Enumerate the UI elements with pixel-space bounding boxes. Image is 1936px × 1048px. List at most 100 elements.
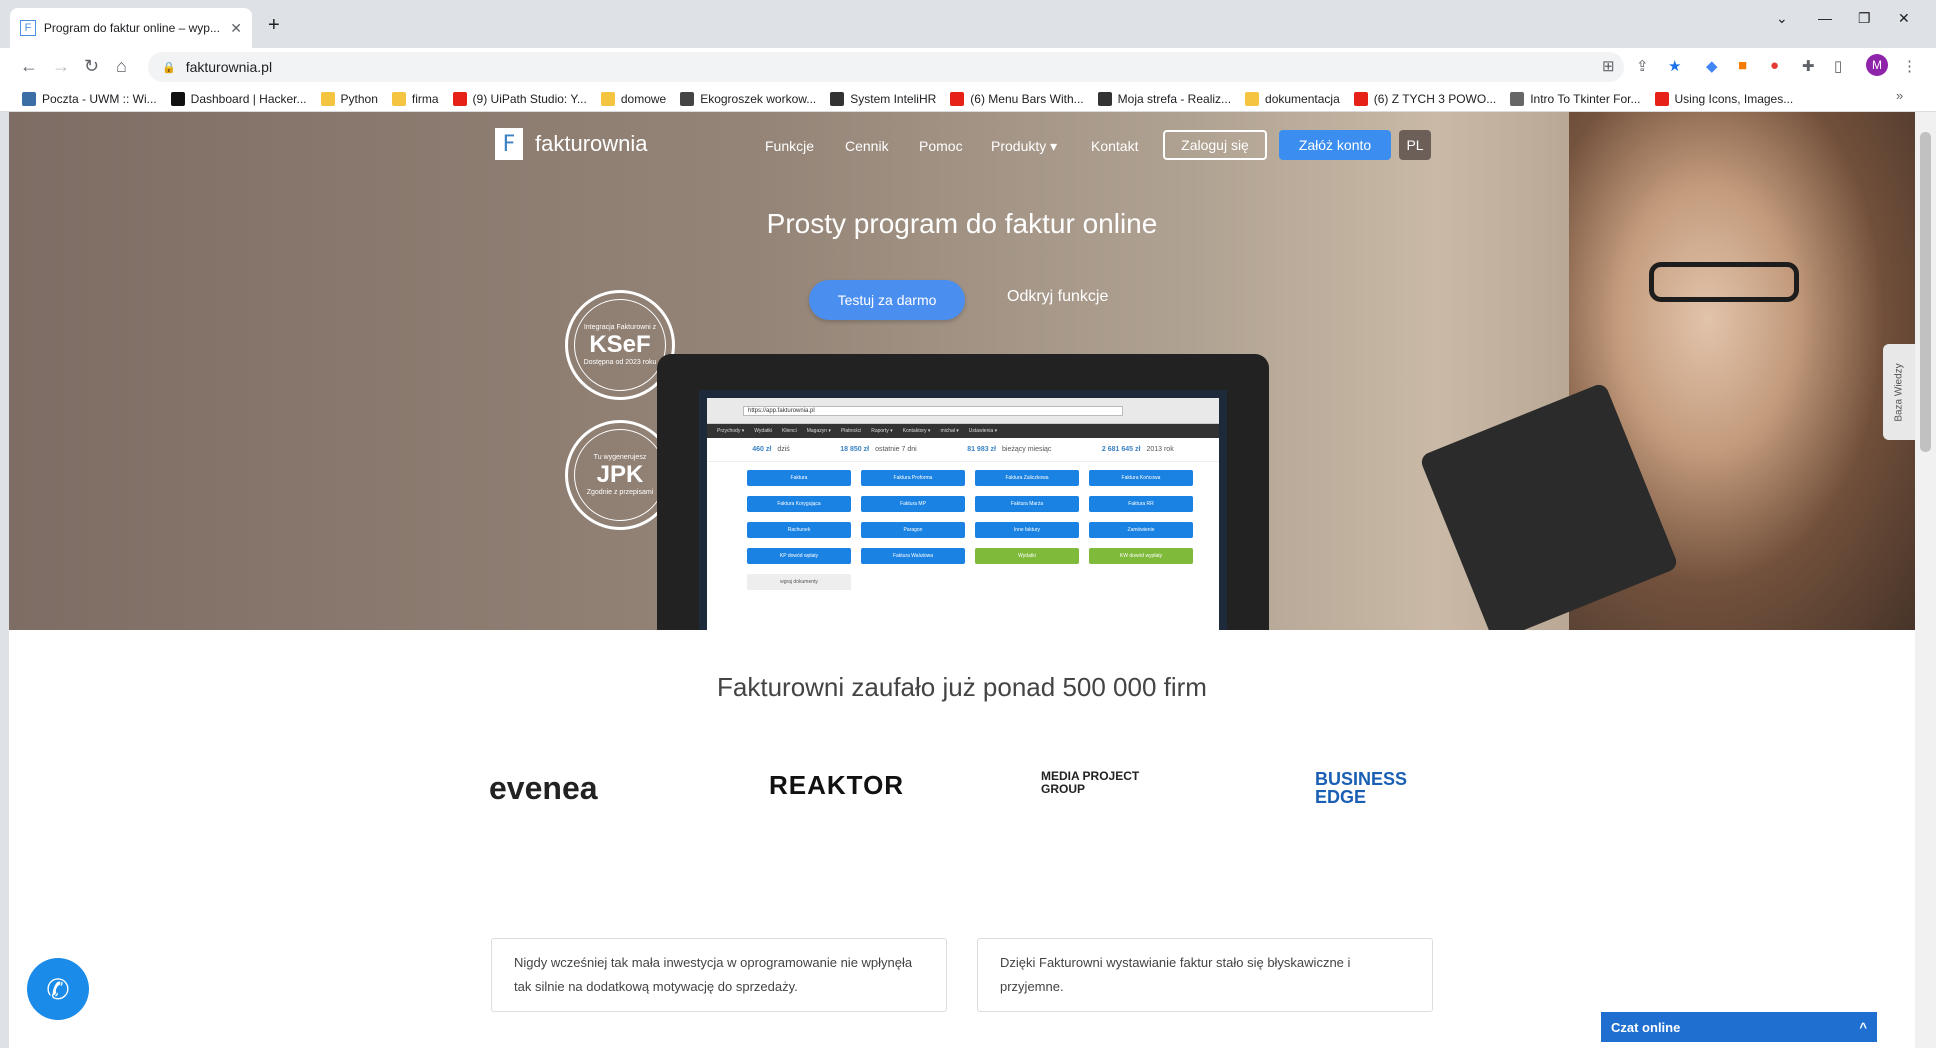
try-free-button[interactable]: Testuj za darmo [809, 280, 965, 320]
url-text: fakturownia.pl [185, 59, 273, 75]
extensions-puzzle-icon[interactable]: ✚ [1802, 57, 1815, 75]
tab-title: Program do faktur online – wyp... [43, 21, 220, 35]
app-preview-button: Faktura Marża [975, 496, 1079, 512]
app-preview-button: Faktura Korygująca [747, 496, 851, 512]
browser-tab[interactable]: F Program do faktur online – wyp... ✕ [10, 8, 252, 48]
app-preview-buttons: Faktura Faktura Proforma Faktura Zaliczkow… [707, 462, 1219, 590]
scrollbar-thumb[interactable] [1920, 132, 1931, 452]
app-preview-nav: Przychody ▾ Wydatki Klienci Magazyn ▾ Płatno… [707, 424, 1219, 438]
chat-expand-icon[interactable]: ^ [1859, 1020, 1867, 1035]
client-logos: evenea REAKTOR MEDIA PROJECT GROUP BUSIN… [9, 760, 1915, 820]
app-preview-chrome: https://app.fakturownia.pl [707, 398, 1219, 424]
reload-icon[interactable]: ↻ [84, 56, 99, 77]
chat-label: Czat online [1611, 1019, 1681, 1035]
app-nav-item: michał ▾ [940, 428, 959, 434]
nav-produkty[interactable]: Produkty ▾ [991, 138, 1057, 155]
bookmark-item[interactable]: Intro To Tkinter For... [1510, 91, 1641, 106]
bookmark-item[interactable]: (9) UiPath Studio: Y... [452, 91, 587, 106]
nav-pomoc[interactable]: Pomoc [919, 138, 963, 154]
bookmark-label: Moja strefa - Realiz... [1117, 91, 1232, 106]
phone-call-icon[interactable]: ✆ [27, 958, 89, 1020]
bookmark-item[interactable]: Python [320, 91, 378, 106]
restore-icon[interactable]: ❐ [1858, 10, 1871, 27]
bookmark-icon [320, 91, 335, 106]
nav-kontakt[interactable]: Kontakt [1091, 138, 1138, 154]
minimize-icon[interactable]: — [1818, 10, 1832, 26]
app-preview-button: Faktura Proforma [861, 470, 965, 486]
bookmark-item[interactable]: Ekogroszek workow... [680, 91, 817, 106]
bookmark-item[interactable]: domowe [600, 91, 667, 106]
app-nav-item: Wydatki [754, 428, 772, 434]
knowledge-base-tab[interactable]: Baza Wiedzy [1883, 344, 1915, 440]
nav-funkcje[interactable]: Funkcje [765, 138, 814, 154]
app-preview-button: Wydatki [975, 548, 1079, 564]
client-logo-evenea: evenea [489, 770, 598, 806]
page-scrollbar[interactable] [1915, 112, 1936, 1048]
extension-blogger-icon[interactable]: ■ [1738, 57, 1747, 74]
new-tab-icon[interactable]: + [268, 14, 280, 37]
bookmarks-more-icon[interactable]: » [1896, 88, 1906, 103]
site-favicon-icon: F [20, 20, 36, 36]
chat-online-bar[interactable]: Czat online ^ [1601, 1012, 1877, 1042]
forward-icon[interactable]: → [52, 56, 70, 77]
login-button[interactable]: Zaloguj się [1163, 130, 1267, 160]
bookmark-star-icon[interactable]: ★ [1668, 57, 1681, 75]
knowledge-base-label: Baza Wiedzy [1893, 362, 1905, 422]
testimonial-2: Dzięki Fakturowni wystawianie faktur sta… [977, 938, 1433, 1012]
app-preview-button: Zamówienie [1089, 522, 1193, 538]
bookmark-item[interactable]: Using Icons, Images... [1654, 91, 1793, 106]
nav-cennik[interactable]: Cennik [845, 138, 889, 154]
discover-features-link[interactable]: Odkryj funkcje [1007, 288, 1108, 306]
side-panel-icon[interactable]: ▯ [1834, 57, 1842, 75]
site-nav: F fakturownia Funkcje Cennik Pomoc Produ… [9, 112, 1915, 184]
address-bar[interactable]: 🔒 fakturownia.pl [148, 52, 1624, 82]
tab-search-icon[interactable]: ⌄ [1776, 10, 1788, 27]
app-nav-item: Przychody ▾ [717, 428, 745, 434]
signup-button[interactable]: Załóż konto [1279, 130, 1391, 160]
back-icon[interactable]: ← [20, 56, 38, 77]
bookmark-icon [170, 91, 185, 106]
bookmark-item[interactable]: System InteliHR [830, 91, 936, 106]
bookmark-item[interactable]: Moja strefa - Realiz... [1097, 91, 1232, 106]
bookmark-item[interactable]: Poczta - UWM :: Wi... [22, 91, 157, 106]
client-logo-media-project-group: MEDIA PROJECT GROUP [1041, 769, 1140, 796]
app-nav-item: Płatności [840, 428, 862, 434]
bookmark-label: domowe [620, 91, 667, 106]
translate-icon[interactable]: ⊞ [1602, 57, 1615, 75]
bookmark-label: Dashboard | Hacker... [190, 91, 307, 106]
app-stat-value: 2 681 645 zł [1101, 446, 1141, 453]
bookmark-icon [600, 91, 615, 106]
ksef-seal-big: KSeF [589, 331, 651, 358]
profile-avatar[interactable]: M [1866, 54, 1888, 76]
menu-kebab-icon[interactable]: ⋮ [1902, 57, 1917, 75]
bookmark-label: (6) Z TYCH 3 POWO... [1373, 91, 1497, 106]
app-nav-item: Klienci [782, 428, 797, 434]
bookmarks-bar: Poczta - UWM :: Wi... Dashboard | Hacker.… [0, 86, 1936, 112]
bookmark-item[interactable]: Dashboard | Hacker... [170, 91, 307, 106]
bookmark-label: Ekogroszek workow... [700, 91, 817, 106]
bookmark-item[interactable]: (6) Menu Bars With... [950, 91, 1084, 106]
app-stat: 460 zł dziś [752, 446, 790, 453]
app-preview-button: Faktura Walutowa [861, 548, 965, 564]
extension-adblock-icon[interactable]: ● [1770, 57, 1779, 74]
bookmark-icon [22, 91, 36, 106]
app-stat-label: bieżący miesiąc [1002, 446, 1052, 453]
bookmark-item[interactable]: dokumentacja [1245, 91, 1340, 106]
app-preview-button: Faktura RR [1089, 496, 1193, 512]
site-logo[interactable]: F fakturownia [495, 128, 648, 160]
close-window-icon[interactable]: ✕ [1898, 10, 1910, 27]
app-preview-button: Faktura Końcowa [1089, 470, 1193, 486]
hero-section: F fakturownia Funkcje Cennik Pomoc Produ… [9, 112, 1915, 630]
bookmark-item[interactable]: firma [391, 91, 439, 106]
tab-close-icon[interactable]: ✕ [230, 20, 242, 37]
app-preview-button: KP dowód wpłaty [747, 548, 851, 564]
language-button[interactable]: PL [1399, 130, 1431, 160]
hero-photo-glasses [1649, 262, 1799, 302]
app-preview: https://app.fakturownia.pl Przychody ▾ Wy… [707, 398, 1219, 630]
bookmark-item[interactable]: (6) Z TYCH 3 POWO... [1353, 91, 1497, 106]
extension-translate-icon[interactable]: ◆ [1706, 57, 1718, 75]
app-stat: 81 983 zł bieżący miesiąc [967, 446, 1051, 453]
app-preview-button: Faktura [747, 470, 851, 486]
home-icon[interactable]: ⌂ [116, 56, 127, 77]
share-icon[interactable]: ⇪ [1636, 57, 1649, 75]
